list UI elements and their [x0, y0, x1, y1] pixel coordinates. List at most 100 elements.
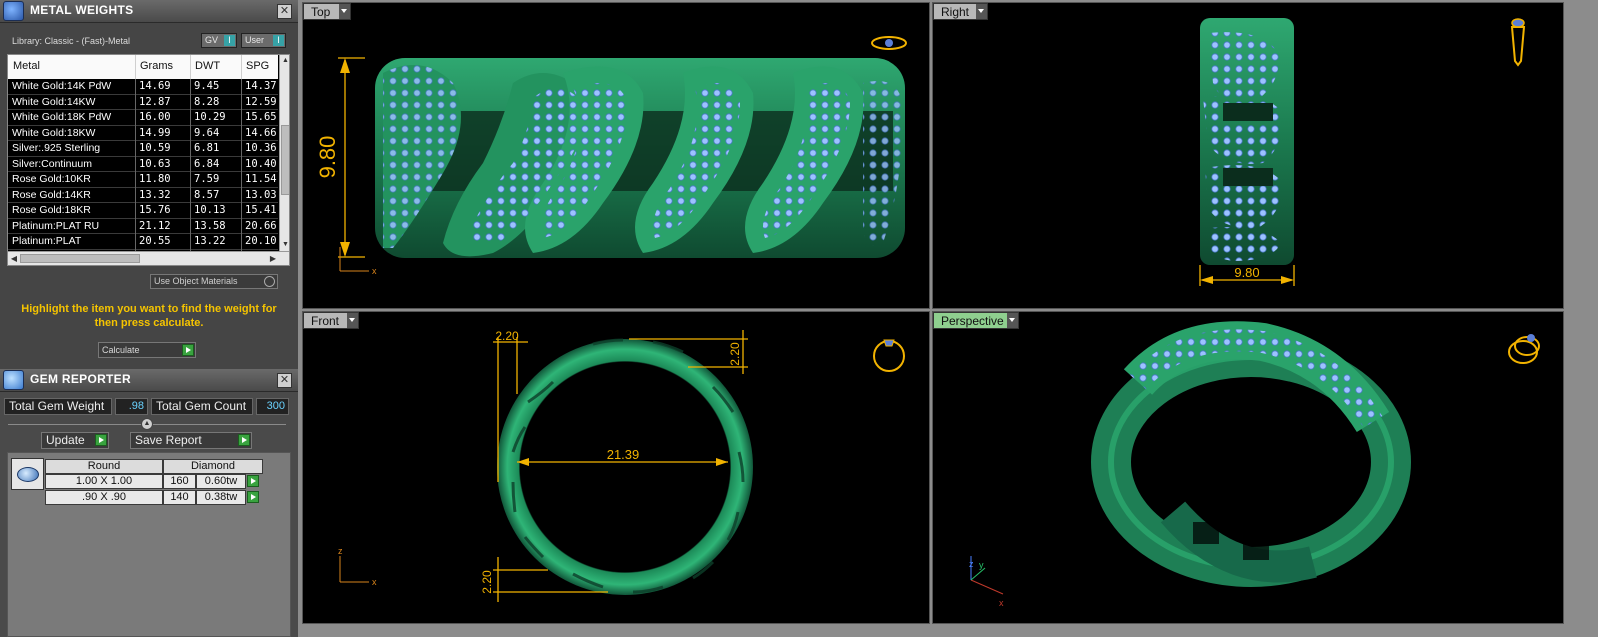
- metal-weights-header: METAL WEIGHTS ✕: [0, 0, 298, 23]
- right-width-dimension: 9.80: [1234, 265, 1259, 280]
- hscroll-thumb[interactable]: [20, 254, 140, 263]
- col-dwt[interactable]: DWT: [195, 60, 220, 72]
- cell-dwt: 8.28: [194, 95, 220, 108]
- cell-grams: 14.99: [139, 126, 171, 139]
- calculate-button[interactable]: Calculate: [98, 342, 196, 358]
- cell-metal: Platinum:PLAT RU: [12, 219, 100, 232]
- table-row[interactable]: White Gold:14K PdW 14.69 9.45 14.37: [8, 79, 278, 95]
- col-metal[interactable]: Metal: [13, 60, 40, 72]
- top-height-dimension: 9.80: [315, 136, 340, 179]
- gem-row-select-button[interactable]: [247, 491, 259, 503]
- scroll-up-icon[interactable]: ▲: [281, 56, 289, 66]
- front-axis-x: x: [372, 577, 377, 587]
- metal-table-hscroll[interactable]: ◀ ▶: [8, 251, 289, 265]
- update-button[interactable]: Update: [41, 432, 109, 449]
- cell-dwt: 13.22: [194, 235, 226, 247]
- radio-icon: [264, 276, 275, 287]
- ring-icon: [871, 36, 907, 50]
- table-row[interactable]: Platinum:PLAT 20.55 13.22 20.10: [8, 234, 278, 250]
- gem-cell-tw: 0.60tw: [196, 474, 246, 489]
- cell-spg: 11.54: [245, 173, 277, 185]
- scroll-left-icon[interactable]: ◀: [9, 253, 19, 265]
- metal-table-body: White Gold:14K PdW 14.69 9.45 14.37 White Go…: [8, 79, 278, 250]
- ring-perspective: [1091, 321, 1411, 587]
- cell-metal: Rose Gold:14KR: [12, 188, 91, 201]
- calculate-hint: Highlight the item you want to find the …: [21, 303, 277, 329]
- use-object-materials-label: Use Object Materials: [154, 276, 238, 286]
- vscroll-thumb[interactable]: [281, 125, 289, 195]
- gem-row-select-button[interactable]: [247, 475, 259, 487]
- cell-metal: White Gold:18KW: [12, 126, 96, 139]
- cell-metal: White Gold:14KW: [12, 95, 96, 108]
- gv-label: GV: [205, 35, 219, 45]
- save-report-button[interactable]: Save Report: [130, 432, 252, 449]
- table-row[interactable]: Rose Gold:18KR 15.76 10.13 15.41: [8, 203, 278, 219]
- library-label: Library: Classic - (Fast)-Metal: [12, 36, 131, 46]
- close-icon[interactable]: ✕: [277, 373, 292, 388]
- user-toggle[interactable]: User I: [241, 33, 286, 48]
- gv-toggle[interactable]: GV I: [201, 33, 237, 48]
- front-axis-z: z: [338, 546, 343, 556]
- cell-grams: 14.69: [139, 80, 171, 92]
- collapse-icon[interactable]: ▲: [141, 418, 153, 430]
- cell-grams: 15.76: [139, 204, 171, 216]
- cell-dwt: 10.13: [194, 204, 226, 216]
- use-object-materials-toggle[interactable]: Use Object Materials: [150, 274, 278, 289]
- user-label: User: [245, 35, 265, 45]
- play-icon: [95, 434, 107, 446]
- cell-spg: 14.37: [245, 80, 277, 92]
- cell-dwt: 10.29: [194, 111, 226, 123]
- front-bottom-dim: 2.20: [480, 570, 494, 594]
- cell-grams: 10.63: [139, 157, 171, 170]
- gem-cell-count: 160: [163, 474, 196, 489]
- scroll-down-icon[interactable]: ▼: [281, 240, 289, 250]
- total-gem-weight-label: Total Gem Weight: [4, 398, 112, 415]
- table-row[interactable]: White Gold:14KW 12.87 8.28 12.59: [8, 95, 278, 110]
- close-icon[interactable]: ✕: [277, 4, 292, 19]
- round-diamond-icon: [11, 458, 44, 490]
- cell-spg: 13.03: [245, 188, 277, 201]
- cell-dwt: 9.45: [194, 80, 220, 92]
- cell-spg: 20.66: [245, 219, 277, 232]
- table-row[interactable]: Silver:.925 Sterling 10.59 6.81 10.36: [8, 141, 278, 157]
- gem-cell-count: 140: [163, 490, 196, 505]
- table-row[interactable]: Platinum:PLAT RU 21.12 13.58 20.66: [8, 219, 278, 234]
- ring-profile: [497, 339, 753, 595]
- front-top-dim-b: 2.20: [728, 342, 742, 366]
- col-spg[interactable]: SPG: [246, 60, 269, 72]
- cell-spg: 12.59: [245, 95, 277, 108]
- table-row[interactable]: White Gold:18K PdW 16.00 10.29 15.65: [8, 110, 278, 126]
- app-window: METAL WEIGHTS ✕ Library: Classic - (Fast…: [0, 0, 1598, 637]
- gem-reporter-icon: [3, 370, 24, 390]
- cell-dwt: 9.64: [194, 126, 220, 139]
- cell-metal: Platinum:PLAT: [12, 235, 82, 247]
- cell-metal: Silver:.925 Sterling: [12, 142, 101, 154]
- table-row[interactable]: White Gold:18KW 14.99 9.64 14.66: [8, 126, 278, 141]
- ring-front-icon: [873, 339, 905, 372]
- table-row[interactable]: Silver:Continuum 10.63 6.84 10.40: [8, 157, 278, 172]
- viewport-top[interactable]: Top 9.80 x: [302, 2, 930, 309]
- cell-dwt: 6.81: [194, 142, 220, 154]
- persp-axis-y: y: [979, 560, 984, 570]
- user-toggle-icon: I: [273, 35, 284, 46]
- cell-metal: Rose Gold:10KR: [12, 173, 91, 185]
- metal-table-header: Metal Grams DWT SPG: [8, 55, 278, 79]
- scroll-right-icon[interactable]: ▶: [268, 253, 278, 265]
- total-gem-count-value: 300: [256, 398, 289, 415]
- gem-reporter-title: GEM REPORTER: [30, 372, 131, 386]
- cell-dwt: 6.84: [194, 157, 220, 170]
- table-row[interactable]: Rose Gold:10KR 11.80 7.59 11.54: [8, 172, 278, 188]
- viewport-front[interactable]: Front 2.20 2.20 21.39 2.20 x z: [302, 311, 930, 624]
- table-row[interactable]: Rose Gold:14KR 13.32 8.57 13.03: [8, 188, 278, 203]
- col-grams[interactable]: Grams: [140, 60, 173, 72]
- viewport-perspective[interactable]: Perspective z y x: [932, 311, 1564, 624]
- front-inner-diameter: 21.39: [607, 447, 640, 462]
- front-top-dim-a: 2.20: [495, 329, 519, 343]
- metal-table-vscroll[interactable]: ▲ ▼: [279, 55, 289, 251]
- viewport-right[interactable]: Right 9.80: [932, 2, 1564, 309]
- cell-grams: 16.00: [139, 111, 171, 123]
- save-report-label: Save Report: [135, 433, 202, 447]
- cell-grams: 11.80: [139, 173, 171, 185]
- gem-shape-header: Round: [45, 459, 163, 474]
- update-label: Update: [46, 433, 85, 447]
